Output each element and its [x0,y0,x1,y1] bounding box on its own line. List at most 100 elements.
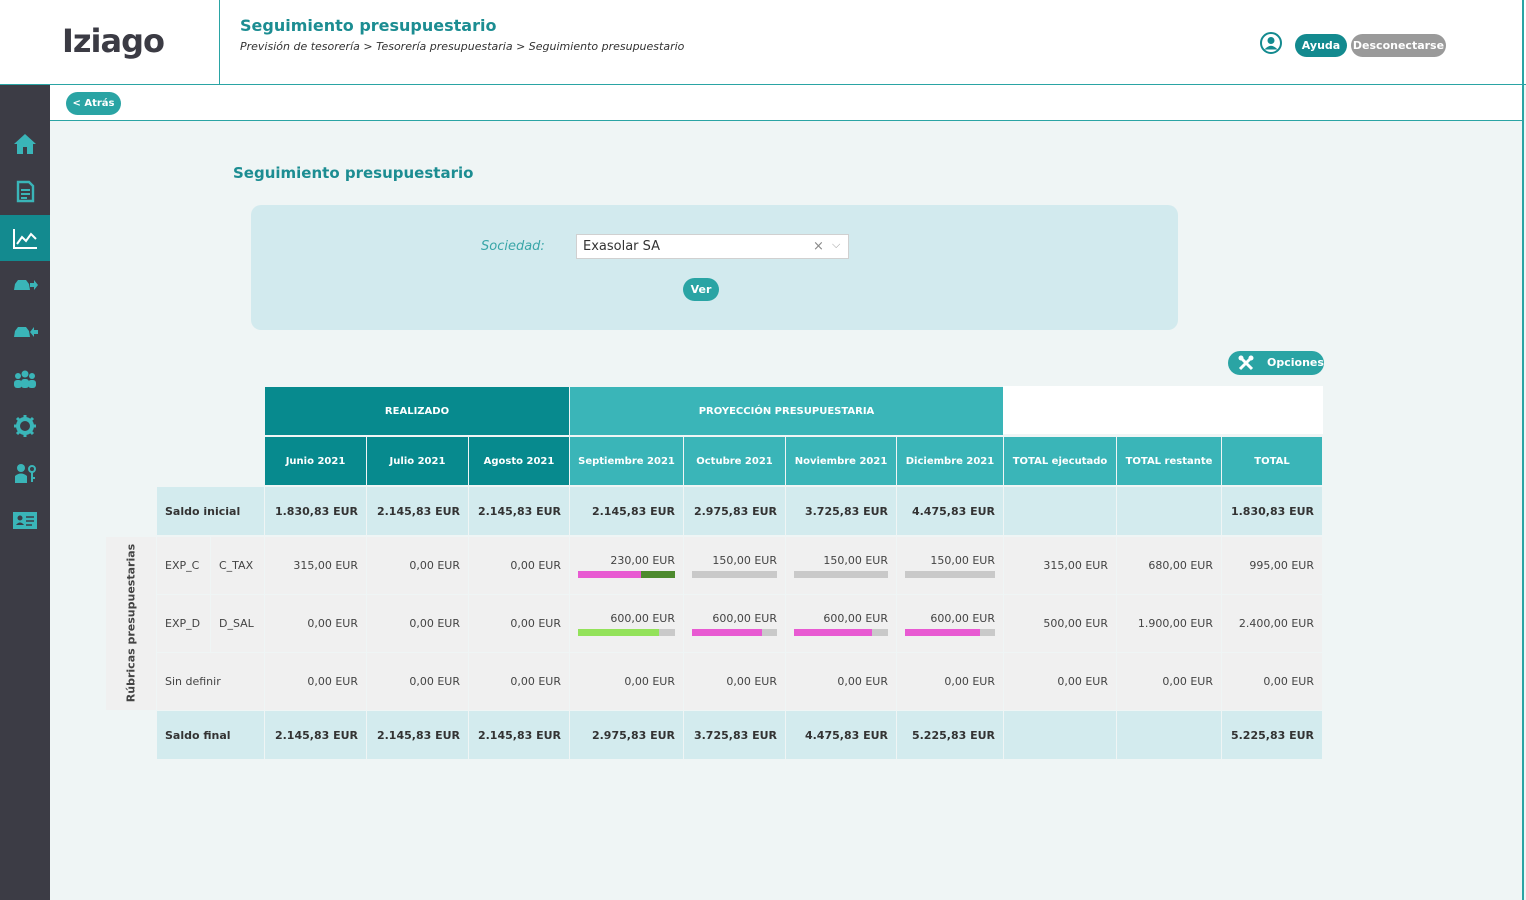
value-cell: 0,00 EUR [367,653,468,710]
saldo-final-cell: 4.475,83 EUR [786,711,896,759]
saldo-inicial-cell: 3.725,83 EUR [786,487,896,535]
projection-value: 600,00 EUR [930,611,995,625]
sidebar-item-home[interactable] [0,121,50,167]
sidebar-item-inflows[interactable] [0,309,50,355]
saldo-inicial-cell [1117,487,1221,535]
id-card-icon [13,512,37,529]
sidebar-item-contacts[interactable] [0,497,50,543]
user-icon[interactable] [1260,32,1282,54]
header: Iziago Seguimiento presupuestario Previs… [0,0,1526,85]
value-cell: 0,00 EUR [469,537,569,594]
progress-bar [905,628,995,636]
sidebar-item-outflows[interactable] [0,262,50,308]
filter-panel: Sociedad: Exasolar SA × ⌵ Ver [251,205,1178,330]
sidebar-item-access[interactable] [0,450,50,496]
progress-bar-fill [794,628,873,636]
sidebar-item-documents[interactable] [0,168,50,214]
column-header: Septiembre 2021 [570,437,683,485]
value-cell: 0,00 EUR [265,595,366,652]
progress-bar-fill [578,628,660,636]
users-icon [14,370,36,388]
document-icon [16,180,35,203]
saldo-inicial-cell: 2.975,83 EUR [684,487,785,535]
saldo-inicial-cell [1004,487,1116,535]
projection-cell: 600,00 EUR [897,595,1003,652]
clear-icon[interactable]: × [813,239,824,254]
projection-value: 150,00 EUR [823,553,888,567]
value-cell: 0,00 EUR [367,595,468,652]
view-button[interactable]: Ver [683,278,719,301]
help-button[interactable]: Ayuda [1295,34,1347,57]
table-empty-corner [1003,386,1323,434]
value-cell: 0,00 EUR [897,653,1003,710]
row-label-saldo-inicial: Saldo inicial [157,487,264,535]
column-header: Julio 2021 [367,437,468,485]
sidebar-item-tracking[interactable] [0,215,50,261]
row-code: EXP_D [157,595,210,652]
projection-cell: 230,00 EUR [570,537,683,594]
value-cell: 680,00 EUR [1117,537,1221,594]
value-cell: 1.900,00 EUR [1117,595,1221,652]
car-out-icon [14,280,38,290]
value-cell: 2.400,00 EUR [1222,595,1322,652]
saldo-final-cell: 2.145,83 EUR [265,711,366,759]
saldo-inicial-cell: 4.475,83 EUR [897,487,1003,535]
value-cell: 0,00 EUR [1222,653,1322,710]
saldo-inicial-cell: 1.830,83 EUR [1222,487,1322,535]
subbar: < Atrás [50,85,1522,121]
chevron-down-icon[interactable]: ⌵ [832,238,840,252]
projection-value: 150,00 EUR [930,553,995,567]
options-button[interactable]: Opciones [1228,351,1324,375]
column-header: Agosto 2021 [469,437,569,485]
saldo-final-cell: 2.145,83 EUR [367,711,468,759]
saldo-final-cell: 5.225,83 EUR [897,711,1003,759]
company-select[interactable]: Exasolar SA × ⌵ [576,234,849,259]
breadcrumb: Previsión de tesorería > Tesorería presu… [240,40,685,53]
progress-bar [692,628,777,636]
home-icon [14,134,36,154]
projection-value: 600,00 EUR [823,611,888,625]
progress-bar-fill-secondary [641,570,675,578]
sidebar-item-settings[interactable] [0,403,50,449]
value-cell: 0,00 EUR [786,653,896,710]
logout-button[interactable]: Desconectarse [1351,34,1446,57]
value-cell: 0,00 EUR [684,653,785,710]
saldo-final-cell: 3.725,83 EUR [684,711,785,759]
right-edge-border [1522,0,1524,900]
saldo-final-cell: 5.225,83 EUR [1222,711,1322,759]
row-subcode: D_SAL [211,595,264,652]
tools-icon [1238,355,1254,371]
saldo-inicial-cell: 2.145,83 EUR [469,487,569,535]
back-button[interactable]: < Atrás [66,92,121,115]
projection-cell: 600,00 EUR [684,595,785,652]
group-header-proyeccion: PROYECCIÓN PRESUPUESTARIA [570,387,1003,435]
value-cell: 0,00 EUR [469,653,569,710]
value-cell: 315,00 EUR [265,537,366,594]
saldo-final-cell [1117,711,1221,759]
column-header: TOTAL restante [1117,437,1221,485]
sidebar [0,85,50,900]
saldo-final-cell [1004,711,1116,759]
value-cell: 0,00 EUR [265,653,366,710]
value-cell: 0,00 EUR [1004,653,1116,710]
progress-bar-fill [905,628,980,636]
row-subcode: C_TAX [211,537,264,594]
company-select-value: Exasolar SA [583,239,661,254]
page-title: Seguimiento presupuestario [240,16,497,35]
group-header-realizado: REALIZADO [265,387,569,435]
value-cell: 0,00 EUR [570,653,683,710]
value-cell: 0,00 EUR [367,537,468,594]
column-header: Noviembre 2021 [786,437,896,485]
progress-bar [578,570,675,578]
logo[interactable]: Iziago [62,22,165,60]
sidebar-item-users[interactable] [0,356,50,402]
value-cell: 995,00 EUR [1222,537,1322,594]
progress-bar-fill [692,628,762,636]
saldo-inicial-cell: 2.145,83 EUR [367,487,468,535]
logo-box: Iziago [0,0,220,84]
value-cell: 500,00 EUR [1004,595,1116,652]
options-label: Opciones [1267,356,1324,369]
projection-value: 150,00 EUR [712,553,777,567]
progress-bar [794,570,888,578]
projection-cell: 600,00 EUR [786,595,896,652]
